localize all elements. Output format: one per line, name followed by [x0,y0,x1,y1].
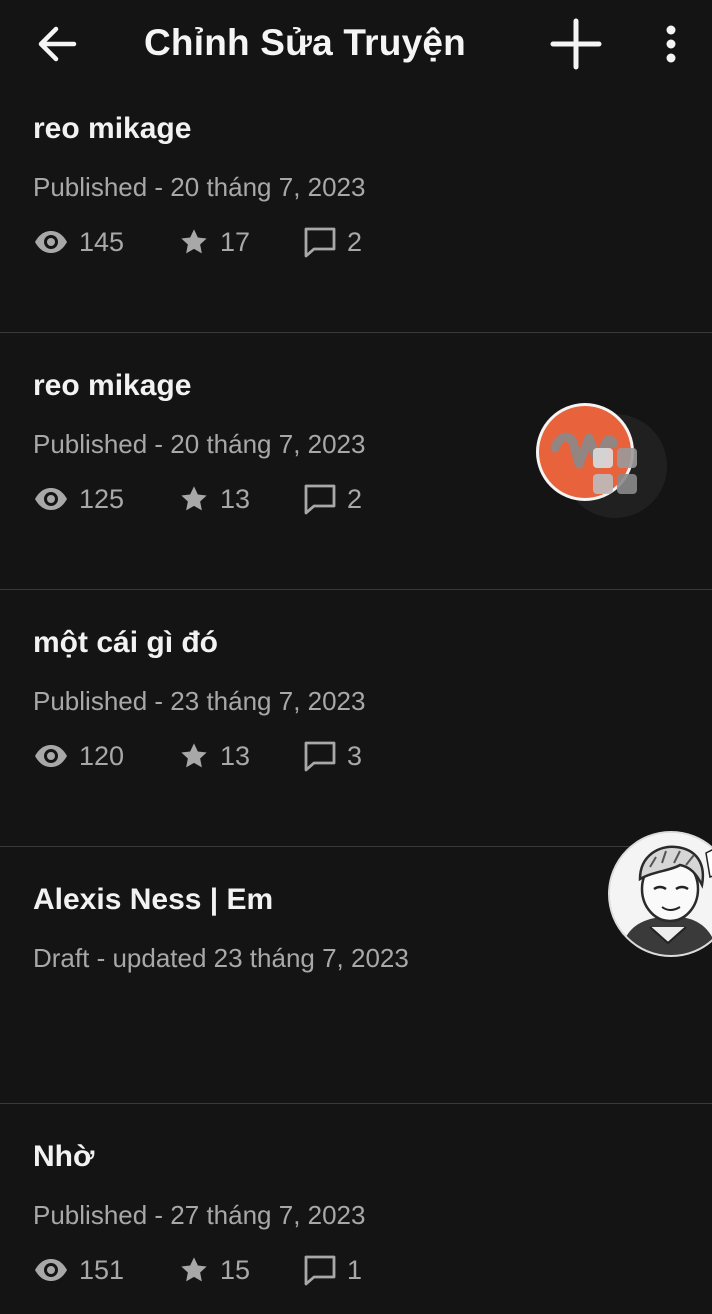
story-status: Published - 20 tháng 7, 2023 [33,429,366,459]
votes-count: 13 [220,740,251,771]
story-title: một cái gì đó [33,626,219,659]
add-story-button[interactable] [546,14,606,74]
star-icon [181,486,207,511]
views-stat: 120 [33,736,124,776]
comments-count: 2 [347,483,363,514]
story-item[interactable]: reo mikage Published - 20 tháng 7, 2023 … [0,76,712,333]
story-title: reo mikage [33,112,192,145]
back-button[interactable] [30,20,82,68]
comments-stat: 2 [303,479,362,519]
views-count: 145 [79,226,125,257]
star-icon [181,229,207,254]
comment-icon [304,227,336,258]
story-status: Published - 23 tháng 7, 2023 [33,686,366,716]
story-title: reo mikage [33,369,192,402]
story-stats: 125 13 2 [33,479,433,519]
eye-icon [35,231,67,253]
plus-icon [550,18,602,70]
views-stat: 125 [33,479,124,519]
comments-stat: 1 [303,1250,362,1290]
story-item[interactable]: Nhờ Published - 27 tháng 7, 2023 151 15 [0,1104,712,1314]
story-status: Published - 27 tháng 7, 2023 [33,1200,366,1230]
page-title: Chỉnh Sửa Truyện [144,22,466,63]
views-count: 125 [79,483,125,514]
more-vertical-icon [666,25,676,63]
story-title: Alexis Ness | Em [33,883,274,916]
comments-count: 2 [347,226,363,257]
comment-icon [304,484,336,515]
eye-icon [35,488,67,510]
views-stat: 151 [33,1250,124,1290]
story-title: Nhờ [33,1140,95,1173]
votes-count: 17 [220,226,251,257]
wattpad-floating-bubble[interactable] [533,402,669,530]
story-item[interactable]: Alexis Ness | Em Draft - updated 23 thán… [0,847,712,1104]
comments-count: 1 [347,1254,363,1285]
eye-icon [35,745,67,767]
app-screen: Chỉnh Sửa Truyện reo mikage Published - … [0,0,712,1314]
votes-stat: 15 [178,1250,250,1290]
comment-icon [304,1255,336,1286]
comments-stat: 3 [303,736,362,776]
votes-count: 13 [220,483,251,514]
star-icon [181,1257,207,1282]
arrow-left-icon [38,26,77,62]
views-count: 120 [79,740,125,771]
comments-stat: 2 [303,222,362,262]
story-item[interactable]: một cái gì đó Published - 23 tháng 7, 20… [0,590,712,847]
more-options-button[interactable] [656,18,686,70]
eye-icon [35,1259,67,1281]
story-list: reo mikage Published - 20 tháng 7, 2023 … [0,76,712,1314]
story-stats: 120 13 3 [33,736,433,776]
views-stat: 145 [33,222,124,262]
avatar-illustration-icon [610,833,712,955]
story-status: Published - 20 tháng 7, 2023 [33,172,366,202]
wattpad-logo-icon [536,403,667,518]
votes-count: 15 [220,1254,251,1285]
top-app-bar: Chỉnh Sửa Truyện [0,0,712,92]
comment-icon [304,741,336,772]
votes-stat: 17 [178,222,250,262]
views-count: 151 [79,1254,125,1285]
comments-count: 3 [347,740,363,771]
votes-stat: 13 [178,479,250,519]
votes-stat: 13 [178,736,250,776]
story-status: Draft - updated 23 tháng 7, 2023 [33,943,409,973]
story-stats: 145 17 2 [33,222,433,262]
star-icon [181,743,207,768]
story-stats: 151 15 1 [33,1250,433,1290]
